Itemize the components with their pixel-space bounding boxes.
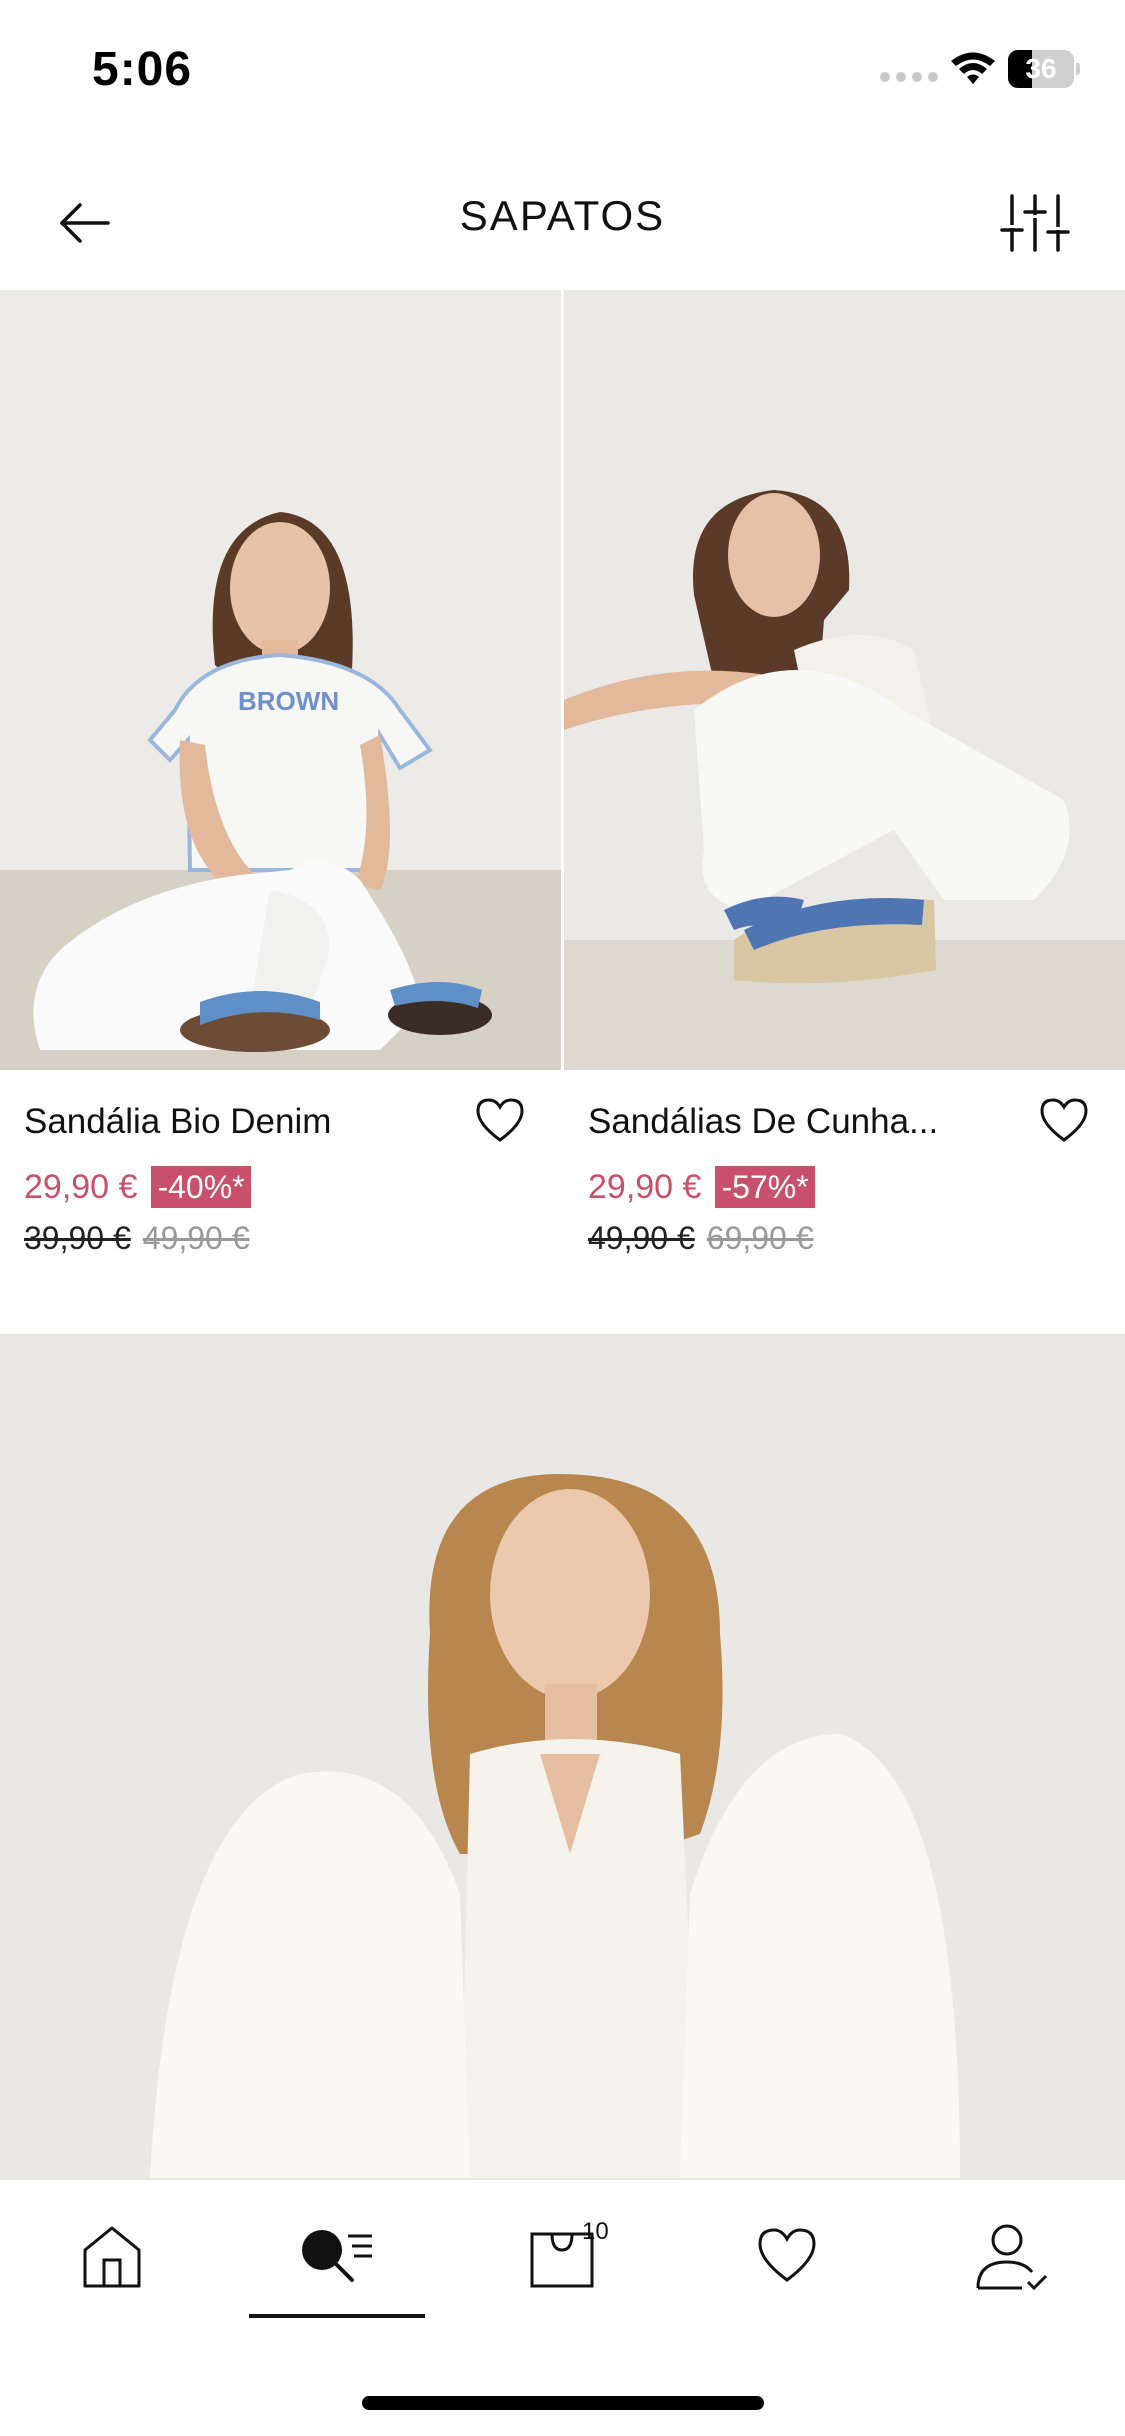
old-price: 39,90 € [24, 1220, 131, 1256]
old-price: 49,90 € [588, 1220, 695, 1256]
current-price: 29,90 € [588, 1167, 702, 1206]
discount-badge: -57%* [715, 1166, 815, 1208]
favorite-button[interactable] [470, 1090, 530, 1150]
heart-outline-icon [476, 1098, 524, 1142]
battery-level: 36 [1025, 53, 1057, 84]
screen: 5:06 36 SAPATOS BROWN Sandália Bio Denim… [0, 0, 1125, 2436]
tab-account[interactable] [932, 2220, 1092, 2330]
product-image[interactable]: BROWN [0, 290, 561, 1070]
search-menu-icon [302, 2230, 372, 2282]
favorite-button[interactable] [1034, 1090, 1094, 1150]
heart-icon [758, 2228, 816, 2282]
original-price: 69,90 € [706, 1220, 814, 1256]
svg-text:BROWN: BROWN [238, 686, 339, 716]
product-card[interactable]: BROWN Sandália Bio Denim 29,90 € -40%* 3… [0, 290, 561, 1330]
product-name[interactable]: Sandália Bio Denim [24, 1102, 331, 1142]
price-row: 29,90 € -57%* [588, 1166, 815, 1208]
sliders-icon [1000, 194, 1070, 252]
home-icon [83, 2226, 141, 2288]
heart-outline-icon [1040, 1098, 1088, 1142]
bag-count-badge: 10 [582, 2218, 609, 2245]
discount-badge: -40%* [151, 1166, 251, 1208]
tab-favorites[interactable] [707, 2220, 867, 2330]
status-bar: 5:06 36 [0, 0, 1125, 140]
old-prices: 49,90 € 69,90 € [588, 1220, 814, 1257]
battery-icon: 36 [1008, 50, 1080, 88]
old-prices: 39,90 € 49,90 € [24, 1220, 250, 1257]
price-row: 29,90 € -40%* [24, 1166, 251, 1208]
page-title: SAPATOS [459, 192, 666, 239]
back-button[interactable] [50, 188, 120, 258]
wifi-icon [951, 52, 995, 84]
active-tab-indicator [249, 2314, 425, 2318]
tab-bag[interactable]: 10 [482, 2218, 642, 2330]
status-time: 5:06 [92, 43, 193, 96]
cellular-signal-icon [880, 72, 938, 82]
current-price: 29,90 € [24, 1167, 138, 1206]
account-icon [976, 2224, 1048, 2291]
arrow-left-icon [60, 203, 110, 243]
product-image[interactable] [564, 290, 1125, 1070]
top-navigation-bar: SAPATOS [0, 160, 1125, 290]
original-price: 49,90 € [142, 1220, 250, 1256]
product-card[interactable]: Sandálias De Cunha... 29,90 € -57%* 49,9… [564, 290, 1125, 1330]
editorial-image[interactable] [0, 1334, 1125, 2178]
tab-home[interactable] [32, 2220, 192, 2330]
home-indicator[interactable] [362, 2396, 764, 2410]
filter-button[interactable] [1000, 188, 1070, 258]
product-name[interactable]: Sandálias De Cunha... [588, 1102, 938, 1142]
